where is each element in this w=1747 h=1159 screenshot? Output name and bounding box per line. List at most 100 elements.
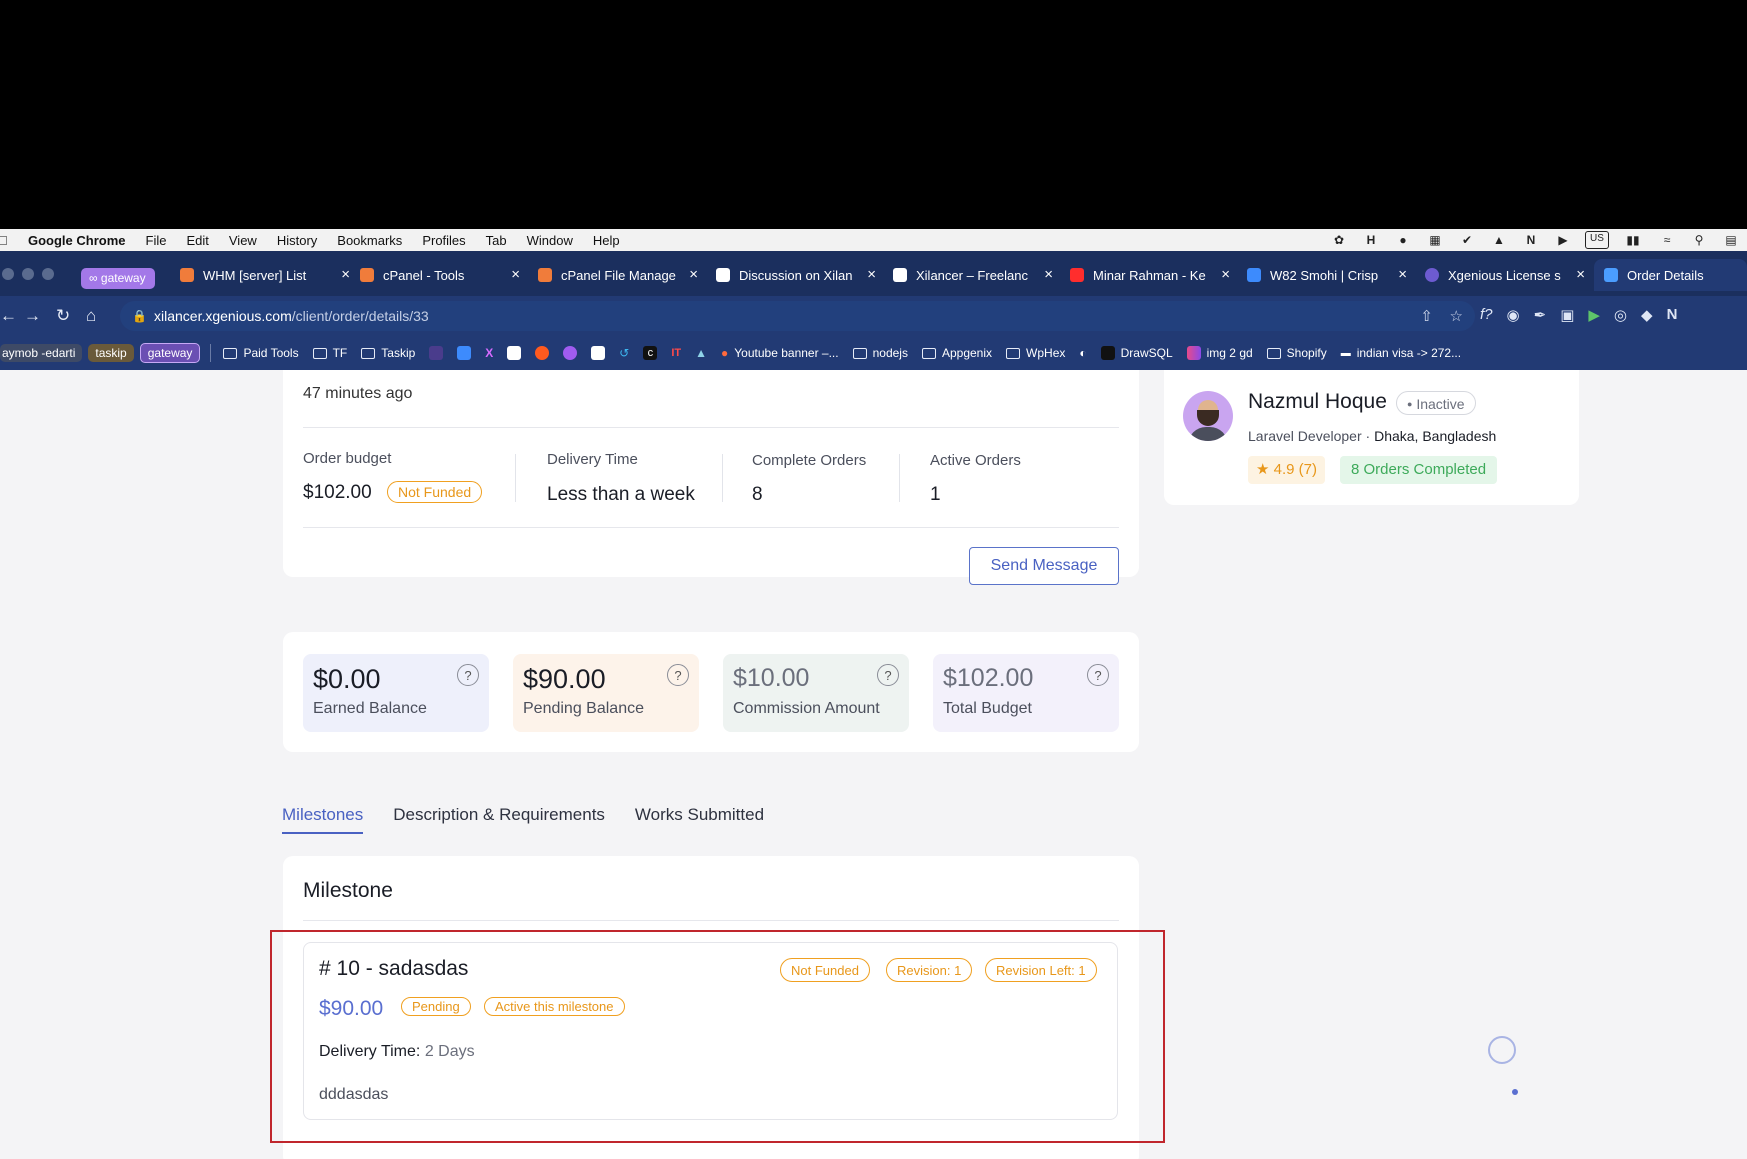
menu-file[interactable]: File <box>146 233 167 248</box>
bookmark-chip-aymob[interactable]: aymob -edarti <box>0 344 83 362</box>
minimize-window-button[interactable] <box>22 268 34 280</box>
notion-icon[interactable]: N <box>1521 232 1541 248</box>
bookmark-appgenix[interactable]: Appgenix <box>921 346 992 360</box>
bookmark-icon-12[interactable]: ◐ <box>1079 346 1086 360</box>
target-icon[interactable]: ◎ <box>1614 306 1627 324</box>
apple-icon[interactable]:  <box>0 233 12 248</box>
bookmark-img2gd[interactable]: img 2 gd <box>1186 346 1253 360</box>
tab-whm[interactable]: WHM [server] List × <box>180 259 350 291</box>
close-icon[interactable]: × <box>1398 266 1407 283</box>
camera-icon[interactable]: ◉ <box>1507 306 1520 324</box>
bookmark-icon-6[interactable] <box>563 346 578 360</box>
tab-group-gateway[interactable]: ∞ gateway <box>81 268 155 289</box>
bookmark-nodejs[interactable]: nodejs <box>852 346 908 360</box>
battery-icon[interactable]: ▮▮ <box>1621 232 1645 248</box>
tab-order-details[interactable]: Order Details <box>1594 259 1747 291</box>
menu-profiles[interactable]: Profiles <box>422 233 465 248</box>
bookmark-icon-3[interactable]: X <box>485 346 493 360</box>
orders-completed-badge: 8 Orders Completed <box>1340 456 1498 484</box>
help-icon[interactable]: ? <box>667 664 689 686</box>
help-icon[interactable]: ? <box>1087 664 1109 686</box>
menu-history[interactable]: History <box>277 233 317 248</box>
avatar[interactable] <box>1183 391 1233 441</box>
tab-works-submitted[interactable]: Works Submitted <box>635 805 764 834</box>
bookmark-icon-8[interactable]: ↺ <box>619 346 629 360</box>
close-icon[interactable]: × <box>511 266 520 283</box>
bookmark-wphex[interactable]: WpHex <box>1006 346 1065 360</box>
h-icon[interactable]: H <box>1361 232 1381 248</box>
bookmark-icon-4[interactable] <box>507 346 522 360</box>
bookmark-taskip[interactable]: Taskip <box>361 346 415 360</box>
bookmark-indian-visa[interactable]: ▬ indian visa -> 272... <box>1341 346 1461 360</box>
bookmark-icon-11[interactable]: ▲ <box>695 346 707 360</box>
menu-tab[interactable]: Tab <box>486 233 507 248</box>
tab-discussion[interactable]: Discussion on Xilan × <box>716 259 876 291</box>
send-message-button[interactable]: Send Message <box>969 547 1119 585</box>
bookmark-tf[interactable]: TF <box>312 346 347 360</box>
close-icon[interactable]: × <box>1044 266 1053 283</box>
zoom-window-button[interactable] <box>42 268 54 280</box>
menu-window[interactable]: Window <box>527 233 573 248</box>
tab-youtube[interactable]: Minar Rahman - Ke × <box>1070 259 1230 291</box>
tab-cpanel-file-manager[interactable]: cPanel File Manage × <box>538 259 698 291</box>
menu-edit[interactable]: Edit <box>186 233 208 248</box>
bookmark-youtube-banner[interactable]: ● Youtube banner –... <box>721 346 839 360</box>
close-icon[interactable]: × <box>867 266 876 283</box>
tab-xilancer[interactable]: Xilancer – Freelanc × <box>893 259 1053 291</box>
bookmark-icon-10[interactable]: IT <box>671 347 681 359</box>
play-icon[interactable]: ▶ <box>1553 232 1573 248</box>
pen-icon[interactable]: ✒ <box>1534 306 1547 324</box>
bookmark-shopify[interactable]: Shopify <box>1266 346 1327 360</box>
lock-icon[interactable]: 🔒 <box>132 309 147 323</box>
keyboard-layout-icon[interactable]: US <box>1585 231 1609 249</box>
extension-badge-icon[interactable]: ◆ <box>1641 306 1653 324</box>
tab-crisp[interactable]: W82 Smohi | Crisp × <box>1247 259 1407 291</box>
close-icon[interactable]: × <box>1576 266 1585 283</box>
menu-bookmarks[interactable]: Bookmarks <box>337 233 402 248</box>
bookmark-chip-taskip[interactable]: taskip <box>88 344 134 362</box>
help-icon[interactable]: ? <box>877 664 899 686</box>
share-icon[interactable]: ⇧ <box>1420 307 1433 325</box>
tab-milestones[interactable]: Milestones <box>282 805 364 834</box>
puzzle-icon[interactable]: ▲ <box>1489 232 1509 248</box>
check-icon[interactable]: ✔ <box>1457 232 1477 248</box>
bookmark-icon-1[interactable] <box>429 346 444 360</box>
bookmark-drawsql[interactable]: DrawSQL <box>1100 346 1173 360</box>
play-extension-icon[interactable]: ▶ <box>1588 306 1600 324</box>
leaf-icon[interactable]: ✿ <box>1329 232 1349 248</box>
reload-icon[interactable]: ↻ <box>56 306 70 326</box>
wifi-off-icon[interactable]: ≈ <box>1657 232 1677 248</box>
address-bar[interactable]: 🔒 xilancer.xgenious.com/client/order/det… <box>120 301 1475 331</box>
menu-view[interactable]: View <box>229 233 257 248</box>
search-icon[interactable]: ⚲ <box>1689 232 1709 248</box>
bookmark-icon-5[interactable] <box>535 346 550 360</box>
tab-xgenious-license[interactable]: Xgenious License s × <box>1425 259 1585 291</box>
tab-cpanel-tools[interactable]: cPanel - Tools × <box>360 259 520 291</box>
activate-milestone-button[interactable]: Active this milestone <box>484 997 625 1016</box>
control-center-icon[interactable]: ▤ <box>1721 232 1741 248</box>
notion-extension-icon[interactable]: N <box>1667 306 1678 324</box>
close-icon[interactable]: × <box>341 266 350 283</box>
menu-help[interactable]: Help <box>593 233 620 248</box>
bookmark-icon-7[interactable] <box>591 346 606 360</box>
bookmark-icon-2[interactable] <box>457 346 472 360</box>
bookmark-chip-gateway[interactable]: gateway <box>139 343 201 363</box>
menu-app-name[interactable]: Google Chrome <box>28 233 126 248</box>
bookmark-icon-9[interactable]: c <box>643 346 658 360</box>
url-text[interactable]: xilancer.xgenious.com/client/order/detai… <box>154 308 429 324</box>
fi-icon[interactable]: ▣ <box>1560 306 1574 324</box>
star-icon[interactable]: ☆ <box>1450 307 1463 325</box>
notes-icon[interactable]: ▦ <box>1425 232 1445 248</box>
help-icon[interactable]: ? <box>457 664 479 686</box>
compass-icon[interactable]: ● <box>1393 232 1413 248</box>
bookmark-paid-tools[interactable]: Paid Tools <box>223 346 299 360</box>
forward-icon[interactable]: → <box>24 306 41 326</box>
close-window-button[interactable] <box>2 268 14 280</box>
home-icon[interactable]: ⌂ <box>86 306 96 326</box>
close-icon[interactable]: × <box>689 266 698 283</box>
close-icon[interactable]: × <box>1221 266 1230 283</box>
freelancer-name[interactable]: Nazmul Hoque <box>1248 390 1387 414</box>
back-icon[interactable]: ← <box>0 306 17 326</box>
formula-icon[interactable]: f? <box>1480 306 1493 324</box>
tab-description-requirements[interactable]: Description & Requirements <box>393 805 605 834</box>
